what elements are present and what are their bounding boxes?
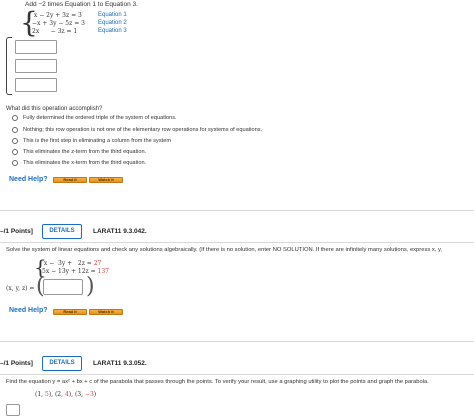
need-help-label: Need Help? bbox=[9, 307, 48, 314]
equation-row: x − 2y + 3z = 3 bbox=[32, 12, 82, 19]
points-list: (1, 5), (2, 4), (3, −3) bbox=[35, 391, 97, 398]
question-1-section: Add −2 times Equation 1 to Equation 3. {… bbox=[0, 0, 474, 196]
xyz-answer-input[interactable] bbox=[43, 279, 83, 295]
radio-button[interactable] bbox=[12, 126, 18, 133]
need-help-label: Need Help? bbox=[9, 176, 48, 183]
equation-row: x − 3y + 2z = 27 bbox=[42, 260, 102, 267]
option-label: This is the first step in eliminating a … bbox=[23, 137, 171, 144]
section-divider bbox=[0, 210, 474, 211]
question-code: LARAT11 9.3.052. bbox=[93, 360, 147, 367]
section-divider bbox=[0, 374, 474, 375]
option-label: Nothing; this row operation is not one o… bbox=[23, 126, 263, 133]
option-label: This eliminates the x-term from the thir… bbox=[23, 159, 147, 166]
points-label: –/1 Points] bbox=[0, 360, 33, 367]
answer-input-1[interactable] bbox=[15, 40, 57, 54]
equation-row: −x + 3y − 5z = 3 bbox=[32, 20, 85, 27]
section-divider bbox=[0, 242, 474, 243]
section-divider bbox=[0, 341, 474, 342]
answer-input-q3[interactable] bbox=[6, 404, 20, 416]
xyz-label: (x, y, z) = bbox=[6, 285, 35, 292]
question-text: What did this operation accomplish? bbox=[6, 106, 103, 112]
read-it-button[interactable]: Read It bbox=[53, 309, 87, 315]
instruction-text: Add −2 times Equation 1 to Equation 3. bbox=[25, 1, 138, 8]
equation-label: Equation 2 bbox=[98, 20, 127, 26]
option-label: Fully determined the ordered triple of t… bbox=[23, 114, 177, 121]
option-3[interactable]: This is the first step in eliminating a … bbox=[12, 136, 171, 145]
option-1[interactable]: Fully determined the ordered triple of t… bbox=[12, 113, 177, 122]
question-2-text: Solve the system of linear equations and… bbox=[6, 247, 443, 253]
radio-button[interactable] bbox=[12, 159, 18, 166]
radio-button[interactable] bbox=[12, 114, 18, 121]
question-2-header: –/1 Points] DETAILS LARAT11 9.3.042. bbox=[0, 224, 474, 240]
option-2[interactable]: Nothing; this row operation is not one o… bbox=[12, 125, 262, 134]
equation-row: 2x − 3z = 1 bbox=[32, 28, 78, 35]
read-it-button[interactable]: Read It bbox=[53, 177, 87, 183]
answer-input-2[interactable] bbox=[15, 59, 57, 73]
matrix-bracket bbox=[6, 37, 12, 95]
answer-input-3[interactable] bbox=[15, 78, 57, 92]
option-4[interactable]: This eliminates the z-term from the thir… bbox=[12, 147, 146, 156]
option-5[interactable]: This eliminates the x-term from the thir… bbox=[12, 158, 146, 167]
watch-it-button[interactable]: Watch It bbox=[89, 309, 123, 315]
option-label: This eliminates the z-term from the thir… bbox=[23, 148, 147, 155]
details-button[interactable]: DETAILS bbox=[42, 224, 82, 239]
radio-button[interactable] bbox=[12, 137, 18, 144]
equation-system-2: { x − 3y + 2z = 27 5x − 13y + 12z = 137 bbox=[34, 257, 134, 277]
details-button[interactable]: DETAILS bbox=[42, 356, 82, 371]
equation-row: 5x − 13y + 12z = 137 bbox=[42, 268, 109, 275]
question-code: LARAT11 9.3.042. bbox=[93, 228, 147, 235]
question-3-header: –/1 Points] DETAILS LARAT11 9.3.052. bbox=[0, 356, 474, 372]
question-3-text: Find the equation y = ax² + bx + c of th… bbox=[6, 379, 429, 385]
watch-it-button[interactable]: Watch It bbox=[89, 177, 123, 183]
right-paren-icon: ) bbox=[86, 274, 95, 299]
equation-system-1: { x − 2y + 3z = 3 Equation 1 −x + 3y − 5… bbox=[20, 9, 140, 37]
equation-label: Equation 3 bbox=[98, 28, 127, 34]
radio-button[interactable] bbox=[12, 148, 18, 155]
points-label: –/1 Points] bbox=[0, 228, 33, 235]
equation-label: Equation 1 bbox=[98, 12, 127, 18]
answer-matrix bbox=[6, 37, 57, 95]
